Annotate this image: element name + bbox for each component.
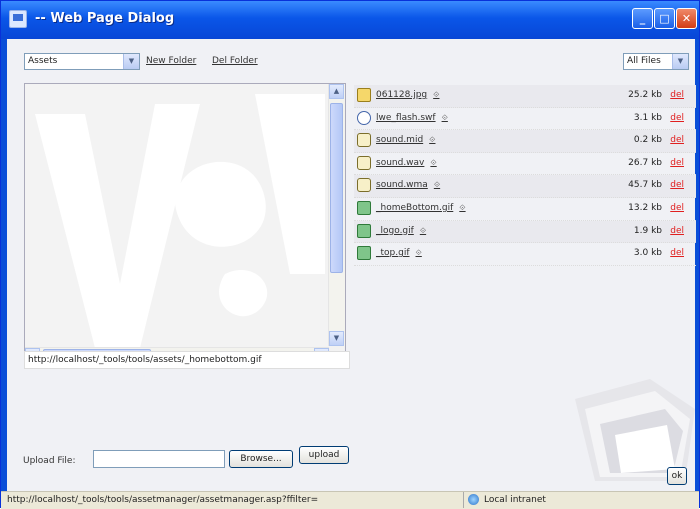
close-button[interactable]: ✕: [676, 8, 697, 29]
dialog-body: Assets ▼ New Folder Del Folder All Files…: [7, 39, 696, 491]
del-folder-link[interactable]: Del Folder: [212, 56, 258, 66]
delete-file-link[interactable]: del: [670, 180, 684, 190]
delete-file-link[interactable]: del: [670, 248, 684, 258]
file-size: 0.2 kb: [633, 135, 662, 146]
file-name-link[interactable]: lwe_flash.swf ⟐: [376, 113, 448, 123]
file-row[interactable]: sound.wma ⟐ 45.7 kb del: [354, 175, 696, 198]
file-size: 1.9 kb: [633, 225, 662, 236]
status-url: http://localhost/_tools/tools/assetmanag…: [7, 495, 319, 505]
file-name-link[interactable]: sound.wma ⟐: [376, 180, 440, 190]
file-name-link[interactable]: sound.mid ⟐: [376, 135, 435, 145]
app-icon: [9, 10, 27, 28]
file-filter-value: All Files: [627, 56, 661, 66]
image-preview: ▲ ▼ ◀ ▶: [24, 83, 346, 365]
file-size: 45.7 kb: [628, 180, 662, 191]
upload-file-label: Upload File:: [23, 456, 76, 466]
file-row[interactable]: _top.gif ⟐ 3.0 kb del: [354, 243, 696, 266]
ok-button[interactable]: ok: [667, 467, 687, 485]
upload-file-input[interactable]: [93, 450, 225, 468]
file-name-link[interactable]: _homeBottom.gif ⟐: [376, 203, 466, 213]
file-name-link[interactable]: 061128.jpg ⟐: [376, 90, 439, 100]
security-zone-label: Local intranet: [484, 495, 546, 505]
scroll-up-icon[interactable]: ▲: [329, 84, 344, 99]
chevron-down-icon: ▼: [672, 54, 688, 69]
file-size: 13.2 kb: [628, 202, 662, 213]
file-row[interactable]: _logo.gif ⟐ 1.9 kb del: [354, 220, 696, 244]
file-filter-select[interactable]: All Files ▼: [623, 53, 689, 70]
gif-file-icon: [357, 246, 371, 261]
file-row[interactable]: 061128.jpg ⟐ 25.2 kb del: [354, 85, 696, 108]
sound-file-icon: [357, 178, 371, 193]
file-name-link[interactable]: _top.gif ⟐: [376, 248, 422, 258]
delete-file-link[interactable]: del: [670, 135, 684, 145]
dialog-window: -- Web Page Dialog _ □ ✕ Assets ▼ New Fo…: [0, 0, 700, 509]
file-list: 061128.jpg ⟐ 25.2 kb del lwe_flash.swf ⟐ 3…: [354, 85, 696, 266]
file-row[interactable]: lwe_flash.swf ⟐ 3.1 kb del: [354, 108, 696, 131]
selected-file-path: http://localhost/_tools/tools/assets/_ho…: [24, 351, 350, 369]
delete-file-link[interactable]: del: [670, 203, 684, 213]
file-row[interactable]: sound.wav ⟐ 26.7 kb del: [354, 153, 696, 176]
chevron-down-icon: ▼: [123, 54, 139, 69]
maximize-button[interactable]: □: [654, 8, 675, 29]
preview-image: [25, 84, 329, 348]
delete-file-link[interactable]: del: [670, 158, 684, 168]
file-size: 3.1 kb: [633, 112, 662, 123]
window-title: -- Web Page Dialog: [35, 11, 175, 26]
sound-file-icon: [357, 133, 371, 148]
sound-file-icon: [357, 155, 371, 170]
delete-file-link[interactable]: del: [670, 113, 684, 123]
gif-file-icon: [357, 223, 371, 238]
flash-file-icon: [357, 110, 371, 125]
file-size: 26.7 kb: [628, 157, 662, 168]
gif-file-icon: [357, 200, 371, 215]
vertical-scrollbar[interactable]: ▲ ▼: [328, 84, 345, 346]
delete-file-link[interactable]: del: [670, 226, 684, 236]
folder-select[interactable]: Assets ▼: [24, 53, 140, 70]
file-size: 25.2 kb: [628, 90, 662, 100]
jpg-file-icon: [357, 88, 371, 102]
status-bar: http://localhost/_tools/tools/assetmanag…: [1, 491, 699, 509]
file-size: 3.0 kb: [633, 248, 662, 259]
file-name-link[interactable]: _logo.gif ⟐: [376, 226, 426, 236]
security-zone: Local intranet: [463, 492, 700, 508]
file-name-link[interactable]: sound.wav ⟐: [376, 158, 437, 168]
globe-icon: [468, 494, 479, 505]
browse-button[interactable]: Browse...: [229, 450, 293, 468]
file-row[interactable]: _homeBottom.gif ⟐ 13.2 kb del: [354, 198, 696, 221]
folder-select-value: Assets: [28, 56, 58, 66]
scroll-down-icon[interactable]: ▼: [329, 331, 344, 346]
upload-button[interactable]: upload: [299, 446, 349, 464]
delete-file-link[interactable]: del: [670, 90, 684, 100]
minimize-button[interactable]: _: [632, 8, 653, 29]
new-folder-link[interactable]: New Folder: [146, 56, 196, 66]
file-row[interactable]: sound.mid ⟐ 0.2 kb del: [354, 130, 696, 153]
title-bar[interactable]: -- Web Page Dialog _ □ ✕: [1, 1, 699, 39]
vertical-scroll-thumb[interactable]: [330, 103, 343, 273]
